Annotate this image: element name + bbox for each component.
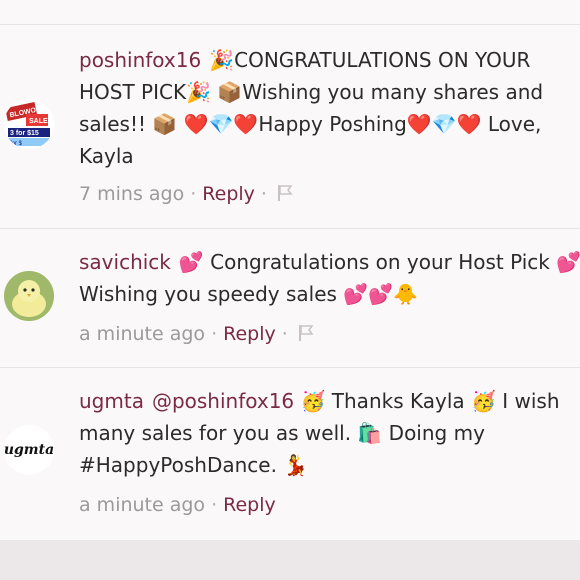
- avatar-text-sale: SALE: [29, 118, 48, 125]
- timestamp: 7 mins ago: [79, 183, 185, 205]
- comment-body: ugmta @poshinfox16 🥳 Thanks Kayla 🥳 I wis…: [79, 385, 580, 481]
- timestamp: a minute ago: [79, 494, 206, 516]
- comment-line: sales!! 📦 ❤️💎❤️Happy Poshing❤️💎❤️ Love,: [79, 112, 542, 136]
- comment-item: ugmta ugmta @poshinfox16 🥳 Thanks Kayla 🥳…: [0, 367, 580, 540]
- username-link[interactable]: ugmta: [79, 389, 144, 413]
- reply-button[interactable]: Reply: [223, 323, 276, 345]
- timestamp: a minute ago: [79, 323, 206, 345]
- comments-feed: · BLOWOUT SALE 3 for $15 for $ poshinfox…: [0, 0, 580, 540]
- comment-line: 💕 Congratulations on your Host Pick 💕: [178, 250, 580, 274]
- avatar-logo-text: ugmta: [4, 442, 54, 458]
- bottom-bar: [0, 540, 580, 580]
- flag-icon[interactable]: [277, 184, 293, 208]
- user-avatar[interactable]: BLOWOUT SALE 3 for $15 for $: [4, 99, 54, 149]
- comment-body: poshinfox16 🎉CONGRATULATIONS ON YOUR HOST…: [79, 44, 580, 172]
- comment-item: savichick 💕 Congratulations on your Host …: [0, 228, 580, 367]
- reply-button[interactable]: Reply: [223, 494, 276, 516]
- comment-line: 🎉CONGRATULATIONS ON YOUR: [209, 48, 531, 72]
- flag-icon[interactable]: [298, 324, 314, 348]
- previous-comment-stub: ·: [0, 0, 580, 24]
- username-link[interactable]: poshinfox16: [79, 48, 201, 72]
- username-link[interactable]: savichick: [79, 250, 171, 274]
- svg-text:·: ·: [162, 0, 168, 5]
- comment-meta: 7 mins ago · Reply ·: [79, 182, 293, 208]
- comment-line: Wishing you speedy sales 💕💕🐥: [79, 282, 419, 306]
- avatar-text-price: 3 for $15: [10, 130, 39, 137]
- comment-line: 🥳 Thanks Kayla 🥳 I wish: [300, 389, 560, 413]
- comment-body: savichick 💕 Congratulations on your Host …: [79, 246, 580, 310]
- comment-item: BLOWOUT SALE 3 for $15 for $ poshinfox16…: [0, 24, 580, 228]
- comment-meta: a minute ago · Reply ·: [79, 322, 314, 348]
- user-avatar[interactable]: ugmta: [4, 425, 54, 475]
- avatar-text-for: for $: [10, 141, 23, 147]
- reply-button[interactable]: Reply: [202, 183, 255, 205]
- user-avatar[interactable]: [4, 271, 54, 321]
- mention-link[interactable]: @poshinfox16: [152, 389, 294, 413]
- comment-line: HOST PICK🎉 📦Wishing you many shares and: [79, 80, 544, 104]
- comment-line: #HappyPoshDance. 💃: [79, 453, 309, 477]
- comment-meta: a minute ago · Reply: [79, 494, 276, 516]
- comment-line: Kayla: [79, 144, 134, 168]
- comment-line: many sales for you as well. 🛍️ Doing my: [79, 421, 485, 445]
